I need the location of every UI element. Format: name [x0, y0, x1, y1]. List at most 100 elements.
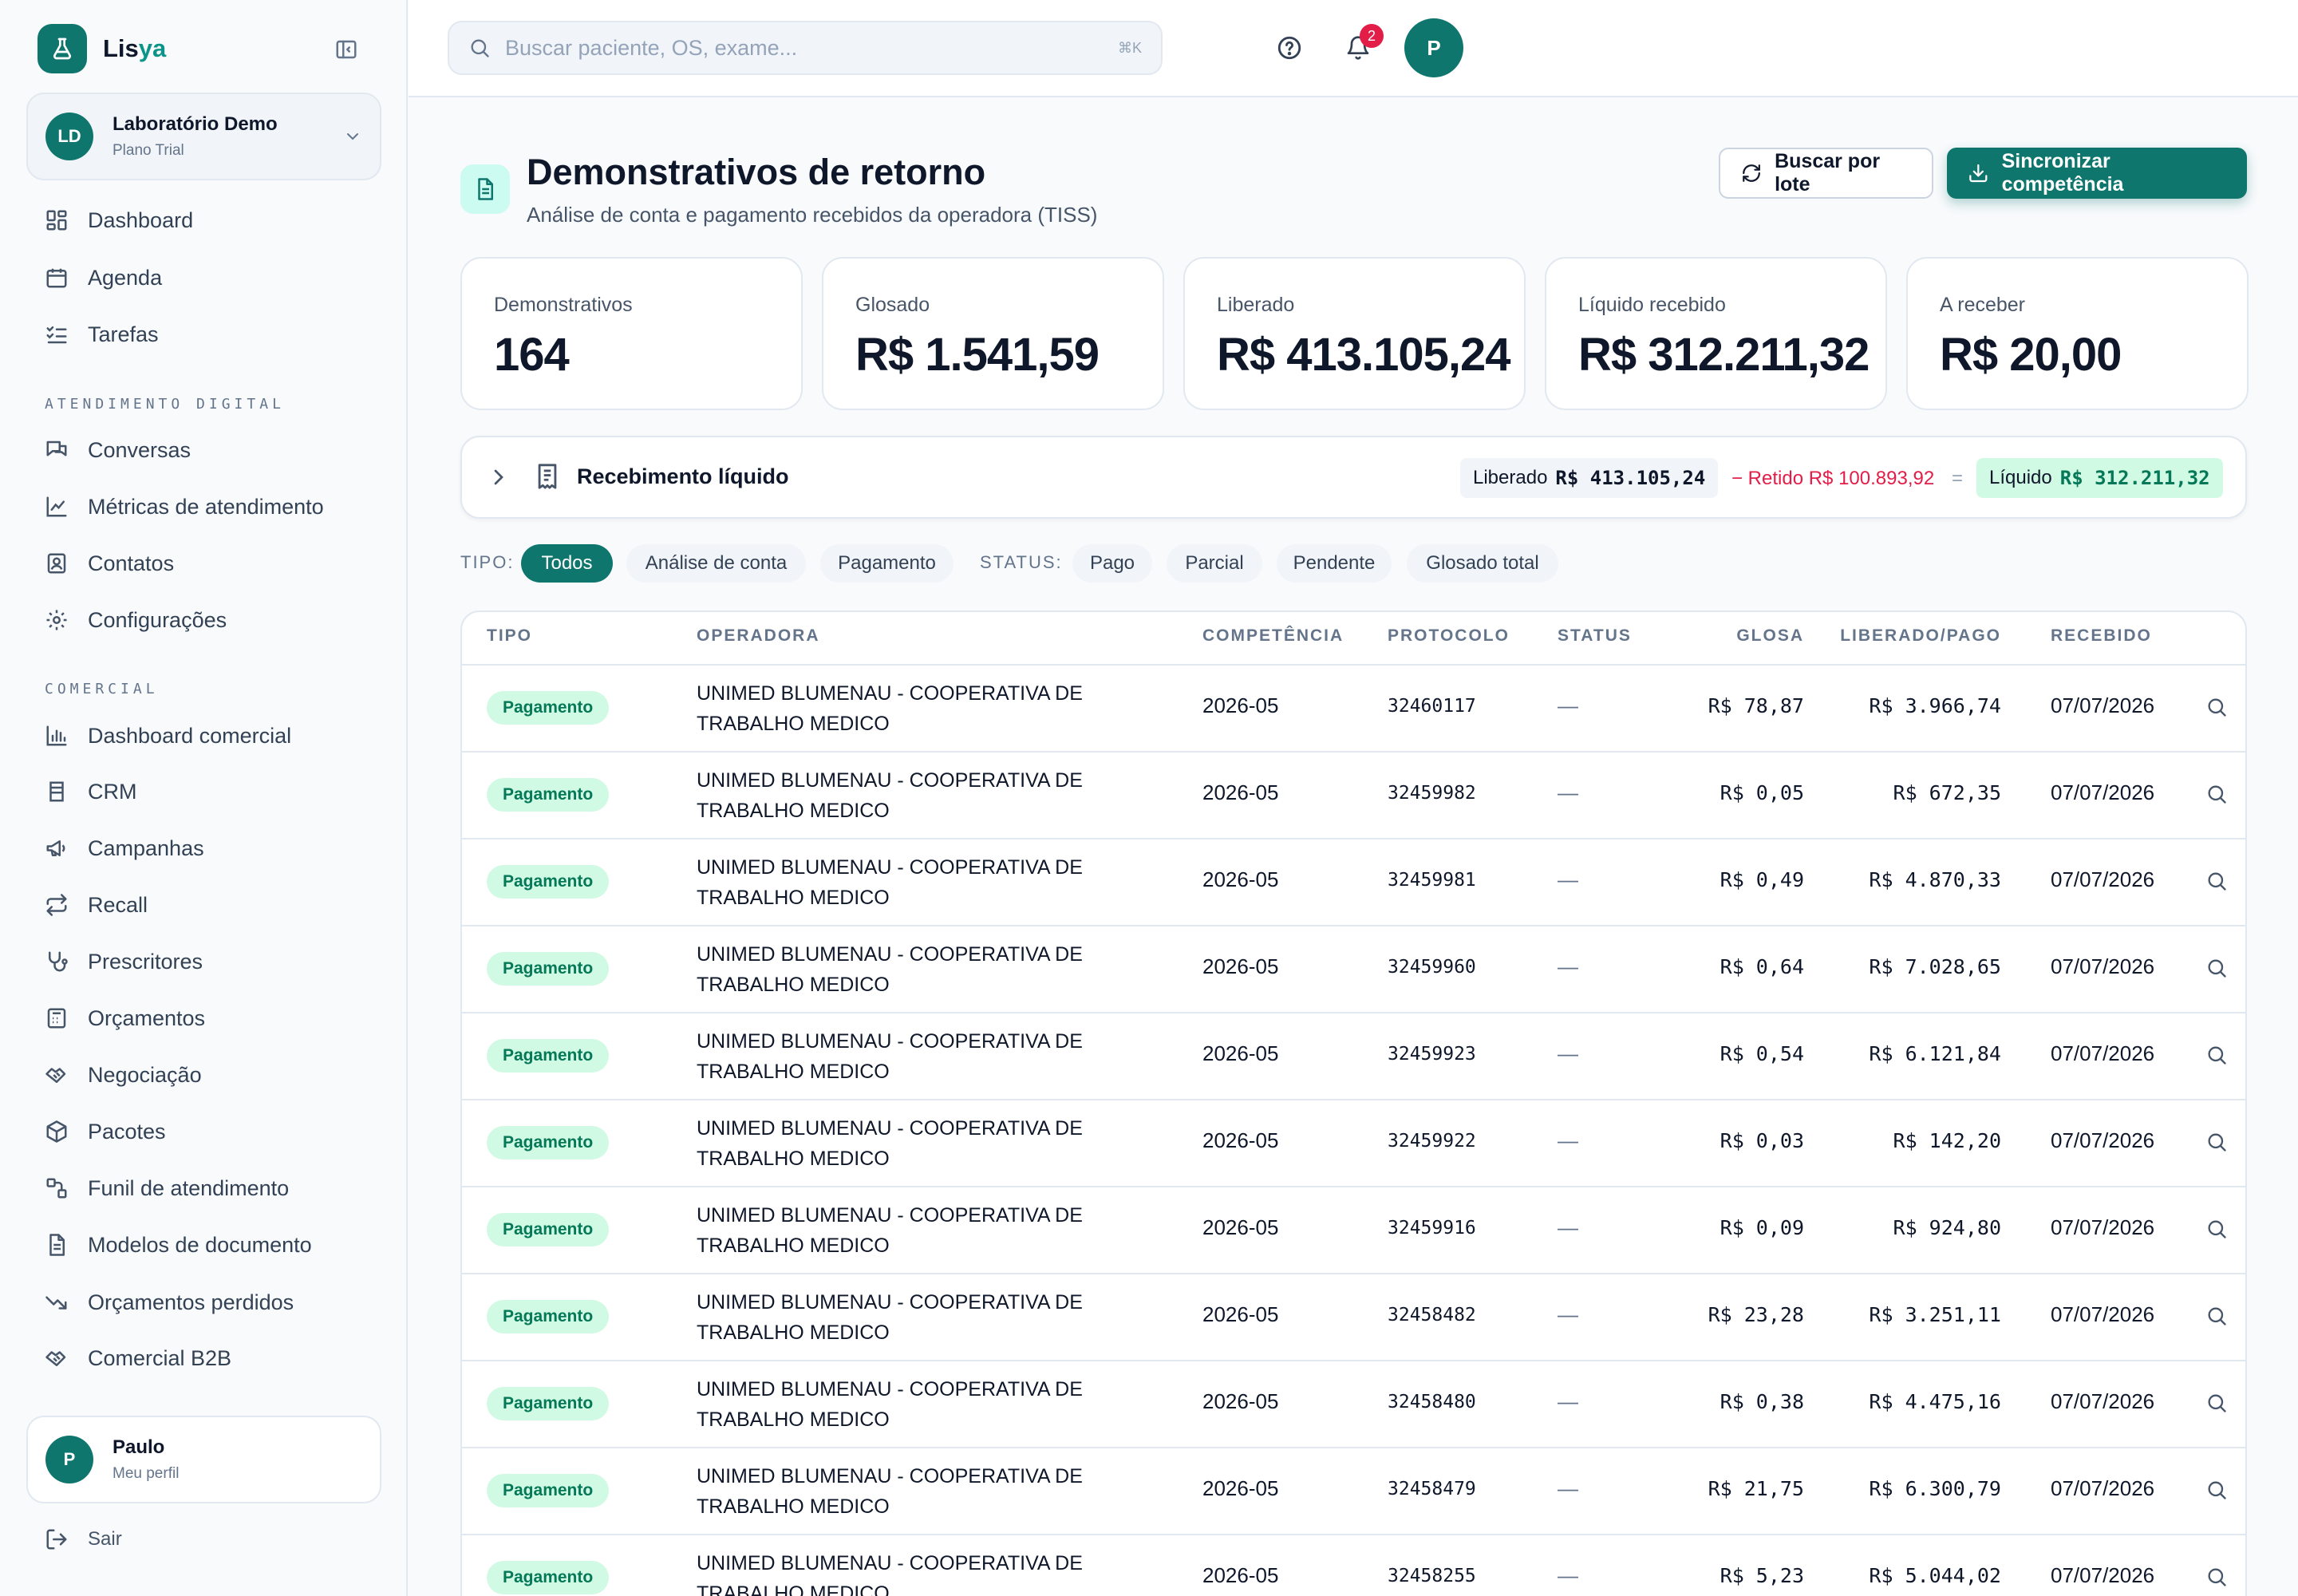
- nav-funil[interactable]: Funil de atendimento: [45, 1171, 289, 1206]
- nav-label: Negociação: [88, 1062, 202, 1087]
- received-date-cell: 07/07/2026: [2051, 1128, 2155, 1152]
- nav-metricas[interactable]: Métricas de atendimento: [45, 489, 324, 524]
- type-badge: Pagamento: [487, 778, 610, 812]
- view-details-icon[interactable]: [2205, 1131, 2231, 1156]
- sync-competence-button[interactable]: Sincronizar competência: [1947, 148, 2247, 199]
- table-row[interactable]: Pagamento UNIMED BLUMENAU - COOPERATIVA …: [462, 1361, 2245, 1448]
- table-row[interactable]: Pagamento UNIMED BLUMENAU - COOPERATIVA …: [462, 1448, 2245, 1535]
- column-header[interactable]: RECEBIDO: [2051, 626, 2152, 646]
- filter-label-status: STATUS:: [980, 552, 1063, 572]
- filter-status-parcial[interactable]: Parcial: [1167, 544, 1262, 583]
- search-bar[interactable]: ⌘K: [448, 21, 1163, 75]
- profile-link: Meu perfil: [113, 1465, 180, 1482]
- nav-agenda[interactable]: Agenda: [45, 260, 162, 295]
- nav-crm[interactable]: CRM: [45, 774, 137, 809]
- bar-chart-icon: [46, 725, 67, 746]
- brand[interactable]: Lisya: [38, 24, 166, 73]
- received-date-cell: 07/07/2026: [2051, 780, 2155, 804]
- user-avatar[interactable]: P: [1404, 18, 1463, 77]
- operator-line: UNIMED BLUMENAU - COOPERATIVA DE: [697, 1030, 1083, 1053]
- table-row[interactable]: Pagamento UNIMED BLUMENAU - COOPERATIVA …: [462, 1100, 2245, 1187]
- nav-modelos[interactable]: Modelos de documento: [45, 1227, 312, 1262]
- view-details-icon[interactable]: [2205, 696, 2231, 721]
- table-row[interactable]: Pagamento UNIMED BLUMENAU - COOPERATIVA …: [462, 926, 2245, 1013]
- nav-orcamentos[interactable]: Orçamentos: [45, 1001, 205, 1036]
- search-by-batch-button[interactable]: Buscar por lote: [1719, 148, 1933, 199]
- nav-conversas[interactable]: Conversas: [45, 433, 191, 468]
- profile-card[interactable]: P Paulo Meu perfil: [26, 1416, 381, 1503]
- protocol-cell: 32458482: [1388, 1305, 1476, 1325]
- nav-dashboard[interactable]: Dashboard: [45, 203, 193, 238]
- liberado-pill: Liberado R$ 413.105,24: [1460, 458, 1719, 498]
- filter-tipo-todos[interactable]: Todos: [521, 544, 613, 583]
- nav-contatos[interactable]: Contatos: [45, 546, 174, 581]
- logout-button[interactable]: Sair: [45, 1527, 122, 1551]
- table-row[interactable]: Pagamento UNIMED BLUMENAU - COOPERATIVA …: [462, 1274, 2245, 1361]
- column-header[interactable]: OPERADORA: [697, 626, 820, 646]
- nav-pacotes[interactable]: Pacotes: [45, 1114, 166, 1149]
- table-row[interactable]: Pagamento UNIMED BLUMENAU - COOPERATIVA …: [462, 666, 2245, 753]
- nav-negociacao[interactable]: Negociação: [45, 1057, 202, 1092]
- table-row[interactable]: Pagamento UNIMED BLUMENAU - COOPERATIVA …: [462, 1013, 2245, 1100]
- column-header[interactable]: PROTOCOLO: [1388, 626, 1510, 646]
- column-header[interactable]: COMPETÊNCIA: [1202, 626, 1344, 646]
- glosa-cell: R$ 0,38: [1720, 1390, 1804, 1413]
- glosa-cell: R$ 21,75: [1708, 1477, 1804, 1500]
- table-row[interactable]: Pagamento UNIMED BLUMENAU - COOPERATIVA …: [462, 1535, 2245, 1596]
- nav-label: Agenda: [88, 265, 163, 290]
- view-details-icon[interactable]: [2205, 1392, 2231, 1417]
- received-date-cell: 07/07/2026: [2051, 1563, 2155, 1587]
- nav-configuracoes[interactable]: Configurações: [45, 602, 227, 638]
- view-details-icon[interactable]: [2205, 1305, 2231, 1330]
- status-cell: —: [1558, 1041, 1578, 1065]
- nav-dashboard-comercial[interactable]: Dashboard comercial: [45, 718, 291, 753]
- type-badge: Pagamento: [487, 952, 610, 986]
- view-details-icon[interactable]: [2205, 870, 2231, 895]
- nav-label: Conversas: [88, 437, 192, 462]
- nav-label: Tarefas: [88, 322, 159, 346]
- view-details-icon[interactable]: [2205, 1566, 2231, 1591]
- nav-orcamentos-perdidos[interactable]: Orçamentos perdidos: [45, 1285, 294, 1320]
- filter-tipo-pagamento[interactable]: Pagamento: [820, 544, 954, 583]
- filter-tipo-analise[interactable]: Análise de conta: [626, 544, 806, 583]
- net-receipt-panel[interactable]: Recebimento líquido Liberado R$ 413.105,…: [460, 436, 2247, 519]
- nav-tarefas[interactable]: Tarefas: [45, 317, 159, 352]
- operator-line: UNIMED BLUMENAU - COOPERATIVA DE: [697, 1291, 1083, 1314]
- nav-campanhas[interactable]: Campanhas: [45, 831, 204, 866]
- column-header[interactable]: STATUS: [1558, 626, 1632, 646]
- view-details-icon[interactable]: [2205, 1218, 2231, 1243]
- notification-count-badge: 2: [1360, 24, 1384, 48]
- table-row[interactable]: Pagamento UNIMED BLUMENAU - COOPERATIVA …: [462, 839, 2245, 926]
- chevron-right-icon[interactable]: [486, 464, 511, 490]
- search-input[interactable]: [505, 35, 1104, 61]
- nav-section-comercial: COMERCIAL: [45, 681, 159, 697]
- help-icon[interactable]: [1273, 32, 1305, 64]
- view-details-icon[interactable]: [2205, 1479, 2231, 1504]
- column-header[interactable]: GLOSA: [1736, 626, 1804, 646]
- nav-prescritores[interactable]: Prescritores: [45, 944, 203, 979]
- column-header[interactable]: LIBERADO/PAGO: [1840, 626, 2001, 646]
- filter-status-glosado-total[interactable]: Glosado total: [1407, 544, 1558, 583]
- filter-status-pendente[interactable]: Pendente: [1277, 544, 1392, 583]
- view-details-icon[interactable]: [2205, 957, 2231, 982]
- filter-status-pago[interactable]: Pago: [1072, 544, 1152, 583]
- glosa-cell: R$ 0,09: [1720, 1216, 1804, 1239]
- received-date-cell: 07/07/2026: [2051, 1302, 2155, 1326]
- calendar-icon: [46, 268, 67, 288]
- nav-comercial-b2b[interactable]: Comercial B2B: [45, 1341, 231, 1376]
- nav-recall[interactable]: Recall: [45, 887, 148, 922]
- document-icon: [460, 164, 510, 214]
- org-switcher[interactable]: LD Laboratório Demo Plano Trial: [26, 93, 381, 180]
- gear-icon: [46, 610, 67, 630]
- operator-cell: UNIMED BLUMENAU - COOPERATIVA DE TRABALHO…: [697, 1287, 1143, 1348]
- view-details-icon[interactable]: [2205, 1044, 2231, 1069]
- column-header[interactable]: TIPO: [487, 626, 532, 646]
- brand-name: Lisya: [103, 34, 167, 62]
- operator-line: TRABALHO MEDICO: [697, 1061, 890, 1083]
- view-details-icon[interactable]: [2205, 783, 2231, 808]
- protocol-cell: 32458479: [1388, 1479, 1476, 1499]
- collapse-sidebar-icon[interactable]: [330, 35, 362, 64]
- table-row[interactable]: Pagamento UNIMED BLUMENAU - COOPERATIVA …: [462, 1187, 2245, 1274]
- table-row[interactable]: Pagamento UNIMED BLUMENAU - COOPERATIVA …: [462, 753, 2245, 839]
- protocol-cell: 32459916: [1388, 1218, 1476, 1238]
